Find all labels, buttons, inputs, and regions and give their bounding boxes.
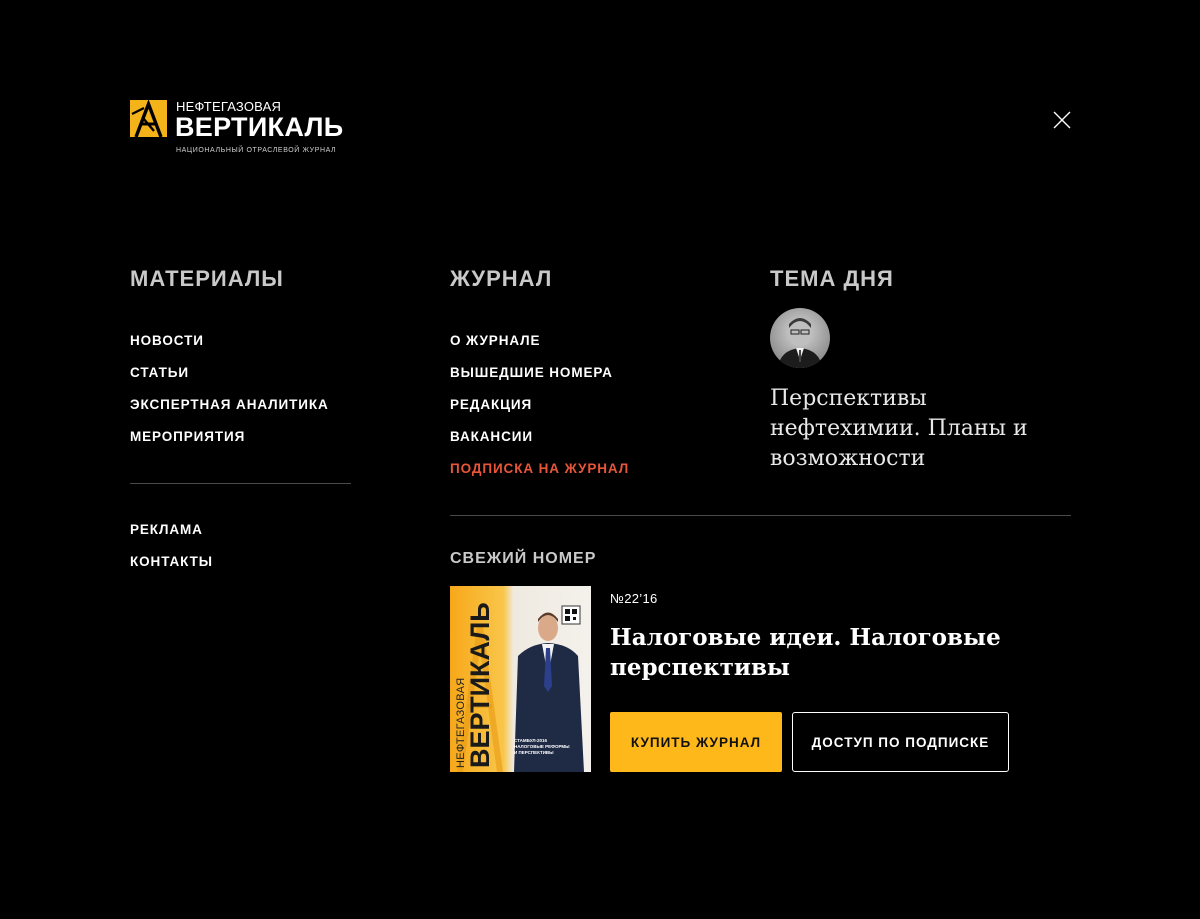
close-icon[interactable] xyxy=(1052,110,1072,130)
nav-about-journal[interactable]: О ЖУРНАЛЕ xyxy=(450,333,540,349)
nav-subscription[interactable]: ПОДПИСКА НА ЖУРНАЛ xyxy=(450,461,629,477)
fresh-divider xyxy=(450,515,1071,516)
nav-news[interactable]: НОВОСТИ xyxy=(130,333,204,349)
logo-subtitle: НАЦИОНАЛЬНЫЙ ОТРАСЛЕВОЙ ЖУРНАЛ xyxy=(176,147,337,154)
subscription-access-button[interactable]: ДОСТУП ПО ПОДПИСКЕ xyxy=(792,712,1009,772)
topic-author-avatar[interactable] xyxy=(770,308,830,368)
nav-advertising[interactable]: РЕКЛАМА xyxy=(130,522,203,538)
materials-divider xyxy=(130,483,351,484)
topic-title-link[interactable]: Перспективы нефтехимии. Планы и возможно… xyxy=(770,384,1030,474)
cover-blurb: СТАМБУЛ-2016 НАЛОГОВЫЕ РЕФОРМЫ И ПЕРСПЕК… xyxy=(514,738,570,755)
buy-journal-button[interactable]: КУПИТЬ ЖУРНАЛ xyxy=(610,712,782,772)
topic-heading: ТЕМА ДНЯ xyxy=(770,266,894,291)
cover-masthead-main: ВЕРТИКАЛЬ xyxy=(465,602,495,768)
nav-vacancies[interactable]: ВАКАНСИИ xyxy=(450,429,533,445)
nav-events[interactable]: МЕРОПРИЯТИЯ xyxy=(130,429,245,445)
issue-title-link[interactable]: Налоговые идеи. Налоговые перспективы xyxy=(610,623,1030,683)
nav-past-issues[interactable]: ВЫШЕДШИЕ НОМЕРА xyxy=(450,365,613,381)
nav-expert-analytics[interactable]: ЭКСПЕРТНАЯ АНАЛИТИКА xyxy=(130,397,329,413)
fresh-issue-heading: СВЕЖИЙ НОМЕР xyxy=(450,550,597,567)
materials-heading: МАТЕРИАЛЫ xyxy=(130,266,284,291)
derrick-logo-icon xyxy=(130,100,167,137)
site-logo[interactable]: НЕФТЕГАЗОВАЯ ВЕРТИКАЛЬ НАЦИОНАЛЬНЫЙ ОТРА… xyxy=(130,100,352,156)
issue-number: №22’16 xyxy=(610,591,658,606)
nav-articles[interactable]: СТАТЬИ xyxy=(130,365,189,381)
nav-editorial[interactable]: РЕДАКЦИЯ xyxy=(450,397,532,413)
nav-contacts[interactable]: КОНТАКТЫ xyxy=(130,554,213,570)
logo-main-text: ВЕРТИКАЛЬ xyxy=(175,112,344,142)
journal-heading: ЖУРНАЛ xyxy=(450,266,553,291)
cover-masthead: НЕФТЕГАЗОВАЯ ВЕРТИКАЛЬ xyxy=(455,602,495,768)
issue-cover-image[interactable]: НЕФТЕГАЗОВАЯ ВЕРТИКАЛЬ СТАМБУЛ-2016 НАЛО… xyxy=(450,586,591,772)
author-portrait-image xyxy=(770,308,830,368)
